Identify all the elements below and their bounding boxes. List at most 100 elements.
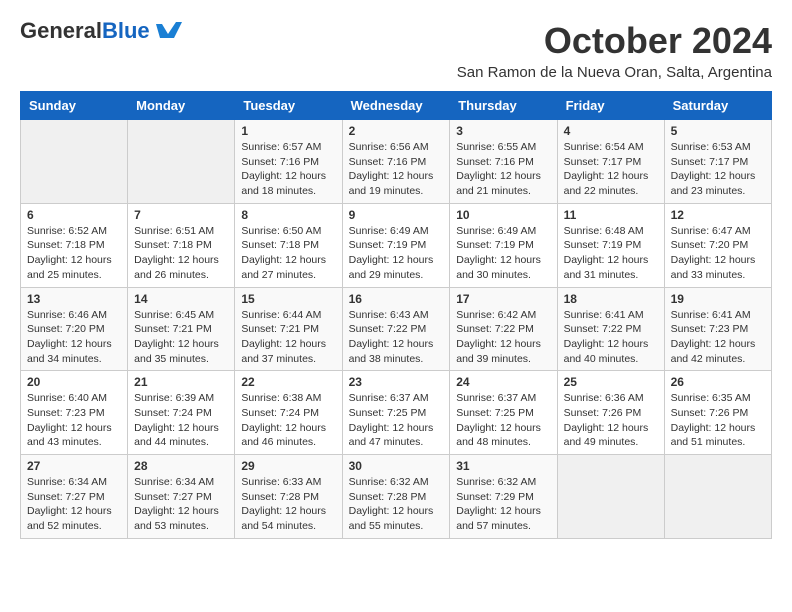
day-number: 13 (27, 292, 121, 306)
day-number: 12 (671, 208, 765, 222)
day-info: Sunrise: 6:46 AM Sunset: 7:20 PM Dayligh… (27, 308, 121, 367)
calendar-cell: 18 Sunrise: 6:41 AM Sunset: 7:22 PM Dayli… (557, 287, 664, 371)
day-info: Sunrise: 6:49 AM Sunset: 7:19 PM Dayligh… (456, 224, 550, 283)
calendar-cell: 26Sunrise: 6:35 AM Sunset: 7:26 PM Dayli… (664, 371, 771, 455)
day-number: 22 (241, 375, 335, 389)
calendar-cell: 13 Sunrise: 6:46 AM Sunset: 7:20 PM Dayli… (21, 287, 128, 371)
day-number: 16 (349, 292, 444, 306)
day-number: 25 (564, 375, 658, 389)
calendar-week-row: 1 Sunrise: 6:57 AM Sunset: 7:16 PM Daylig… (21, 120, 772, 204)
day-info: Sunrise: 6:54 AM Sunset: 7:17 PM Dayligh… (564, 140, 658, 199)
calendar-cell: 9 Sunrise: 6:49 AM Sunset: 7:19 PM Daylig… (342, 203, 450, 287)
weekday-header-wednesday: Wednesday (342, 92, 450, 120)
calendar-cell: 15Sunrise: 6:44 AM Sunset: 7:21 PM Dayli… (235, 287, 342, 371)
logo-text: GeneralBlue (20, 20, 150, 42)
day-number: 27 (27, 459, 121, 473)
calendar-cell (557, 455, 664, 539)
day-info: Sunrise: 6:57 AM Sunset: 7:16 PM Dayligh… (241, 140, 335, 199)
weekday-header-thursday: Thursday (450, 92, 557, 120)
day-info: Sunrise: 6:40 AM Sunset: 7:23 PM Dayligh… (27, 391, 121, 450)
weekday-header-row: SundayMondayTuesdayWednesdayThursdayFrid… (21, 92, 772, 120)
calendar-cell: 19 Sunrise: 6:41 AM Sunset: 7:23 PM Dayli… (664, 287, 771, 371)
day-number: 9 (349, 208, 444, 222)
calendar-cell (21, 120, 128, 204)
weekday-header-friday: Friday (557, 92, 664, 120)
day-info: Sunrise: 6:39 AM Sunset: 7:24 PM Dayligh… (134, 391, 228, 450)
calendar-body: 1 Sunrise: 6:57 AM Sunset: 7:16 PM Daylig… (21, 120, 772, 539)
calendar-week-row: 27Sunrise: 6:34 AM Sunset: 7:27 PM Dayli… (21, 455, 772, 539)
calendar-week-row: 13 Sunrise: 6:46 AM Sunset: 7:20 PM Dayli… (21, 287, 772, 371)
page-header: GeneralBlue October 2024 San Ramon de la… (20, 20, 772, 81)
calendar-cell: 11Sunrise: 6:48 AM Sunset: 7:19 PM Dayli… (557, 203, 664, 287)
logo-icon (154, 20, 182, 42)
day-number: 24 (456, 375, 550, 389)
calendar-cell: 4 Sunrise: 6:54 AM Sunset: 7:17 PM Daylig… (557, 120, 664, 204)
calendar-cell: 1 Sunrise: 6:57 AM Sunset: 7:16 PM Daylig… (235, 120, 342, 204)
day-info: Sunrise: 6:47 AM Sunset: 7:20 PM Dayligh… (671, 224, 765, 283)
day-number: 8 (241, 208, 335, 222)
day-number: 28 (134, 459, 228, 473)
day-number: 17 (456, 292, 550, 306)
day-info: Sunrise: 6:50 AM Sunset: 7:18 PM Dayligh… (241, 224, 335, 283)
calendar-cell: 28Sunrise: 6:34 AM Sunset: 7:27 PM Dayli… (128, 455, 235, 539)
day-number: 21 (134, 375, 228, 389)
day-info: Sunrise: 6:32 AM Sunset: 7:29 PM Dayligh… (456, 475, 550, 534)
day-number: 26 (671, 375, 765, 389)
day-number: 6 (27, 208, 121, 222)
day-number: 14 (134, 292, 228, 306)
day-info: Sunrise: 6:49 AM Sunset: 7:19 PM Dayligh… (349, 224, 444, 283)
calendar-cell: 12 Sunrise: 6:47 AM Sunset: 7:20 PM Dayli… (664, 203, 771, 287)
calendar-cell: 16Sunrise: 6:43 AM Sunset: 7:22 PM Dayli… (342, 287, 450, 371)
day-number: 3 (456, 124, 550, 138)
calendar-cell: 2Sunrise: 6:56 AM Sunset: 7:16 PM Daylig… (342, 120, 450, 204)
day-info: Sunrise: 6:37 AM Sunset: 7:25 PM Dayligh… (456, 391, 550, 450)
day-number: 29 (241, 459, 335, 473)
weekday-header-tuesday: Tuesday (235, 92, 342, 120)
day-info: Sunrise: 6:45 AM Sunset: 7:21 PM Dayligh… (134, 308, 228, 367)
calendar-cell: 14 Sunrise: 6:45 AM Sunset: 7:21 PM Dayli… (128, 287, 235, 371)
day-number: 30 (349, 459, 444, 473)
title-section: October 2024 San Ramon de la Nueva Oran,… (457, 20, 772, 81)
day-info: Sunrise: 6:44 AM Sunset: 7:21 PM Dayligh… (241, 308, 335, 367)
day-info: Sunrise: 6:41 AM Sunset: 7:22 PM Dayligh… (564, 308, 658, 367)
day-info: Sunrise: 6:42 AM Sunset: 7:22 PM Dayligh… (456, 308, 550, 367)
calendar-table: SundayMondayTuesdayWednesdayThursdayFrid… (20, 91, 772, 539)
calendar-header: SundayMondayTuesdayWednesdayThursdayFrid… (21, 92, 772, 120)
day-number: 20 (27, 375, 121, 389)
day-info: Sunrise: 6:36 AM Sunset: 7:26 PM Dayligh… (564, 391, 658, 450)
calendar-cell: 24 Sunrise: 6:37 AM Sunset: 7:25 PM Dayli… (450, 371, 557, 455)
calendar-week-row: 6 Sunrise: 6:52 AM Sunset: 7:18 PM Daylig… (21, 203, 772, 287)
day-info: Sunrise: 6:52 AM Sunset: 7:18 PM Dayligh… (27, 224, 121, 283)
weekday-header-sunday: Sunday (21, 92, 128, 120)
calendar-cell: 27Sunrise: 6:34 AM Sunset: 7:27 PM Dayli… (21, 455, 128, 539)
calendar-week-row: 20 Sunrise: 6:40 AM Sunset: 7:23 PM Dayli… (21, 371, 772, 455)
day-number: 23 (349, 375, 444, 389)
calendar-cell: 20 Sunrise: 6:40 AM Sunset: 7:23 PM Dayli… (21, 371, 128, 455)
calendar-cell: 7Sunrise: 6:51 AM Sunset: 7:18 PM Daylig… (128, 203, 235, 287)
day-number: 18 (564, 292, 658, 306)
calendar-cell: 29 Sunrise: 6:33 AM Sunset: 7:28 PM Dayli… (235, 455, 342, 539)
month-title: October 2024 (457, 20, 772, 62)
weekday-header-monday: Monday (128, 92, 235, 120)
calendar-cell: 8 Sunrise: 6:50 AM Sunset: 7:18 PM Daylig… (235, 203, 342, 287)
day-number: 1 (241, 124, 335, 138)
calendar-cell: 5Sunrise: 6:53 AM Sunset: 7:17 PM Daylig… (664, 120, 771, 204)
calendar-cell: 23Sunrise: 6:37 AM Sunset: 7:25 PM Dayli… (342, 371, 450, 455)
day-info: Sunrise: 6:33 AM Sunset: 7:28 PM Dayligh… (241, 475, 335, 534)
calendar-cell (664, 455, 771, 539)
weekday-header-saturday: Saturday (664, 92, 771, 120)
day-number: 2 (349, 124, 444, 138)
day-number: 31 (456, 459, 550, 473)
calendar-cell: 31 Sunrise: 6:32 AM Sunset: 7:29 PM Dayli… (450, 455, 557, 539)
calendar-cell: 17 Sunrise: 6:42 AM Sunset: 7:22 PM Dayli… (450, 287, 557, 371)
day-number: 4 (564, 124, 658, 138)
day-number: 19 (671, 292, 765, 306)
day-info: Sunrise: 6:55 AM Sunset: 7:16 PM Dayligh… (456, 140, 550, 199)
calendar-cell: 25 Sunrise: 6:36 AM Sunset: 7:26 PM Dayli… (557, 371, 664, 455)
day-number: 7 (134, 208, 228, 222)
calendar-cell (128, 120, 235, 204)
calendar-cell: 22 Sunrise: 6:38 AM Sunset: 7:24 PM Dayli… (235, 371, 342, 455)
day-info: Sunrise: 6:38 AM Sunset: 7:24 PM Dayligh… (241, 391, 335, 450)
day-info: Sunrise: 6:41 AM Sunset: 7:23 PM Dayligh… (671, 308, 765, 367)
location-subtitle: San Ramon de la Nueva Oran, Salta, Argen… (457, 64, 772, 81)
